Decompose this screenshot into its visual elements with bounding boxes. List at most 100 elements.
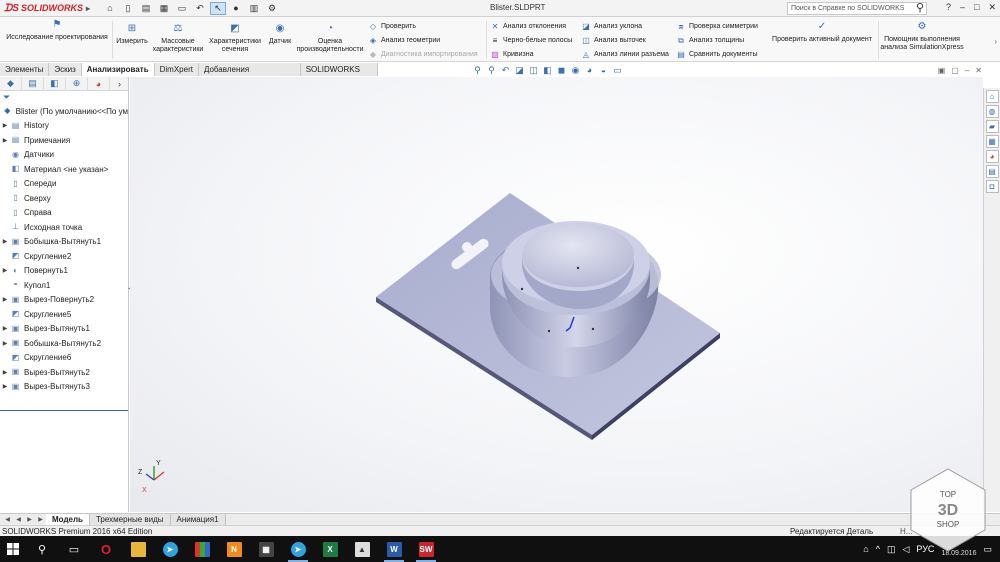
tree-item[interactable]: ▶ ▤ History (0, 119, 128, 134)
measure-button[interactable]: ⊞ Измерить (114, 24, 150, 46)
geometry-analysis-button[interactable]: ◈ Анализ геометрии (368, 35, 440, 46)
dynamic-annotation-icon[interactable]: ◫ (528, 65, 539, 76)
design-study-button[interactable]: ⚑ Исследование проектирования (4, 20, 110, 42)
edit-appearance-icon[interactable]: ◕ (584, 65, 595, 76)
simulationxpress-button[interactable]: ⚙ Помощник выполнения анализа Simulation… (880, 22, 964, 52)
minimize-button[interactable]: – (960, 2, 965, 13)
tree-item[interactable]: ▶ ▣ Бобышка-Вытянуть1 (0, 235, 128, 250)
tree-item[interactable]: ▶ ▣ Вырез-Вытянуть2 (0, 365, 128, 380)
property-manager-tab-icon[interactable]: ▤ (22, 76, 44, 91)
next-tab-icon[interactable]: ▶ (24, 516, 35, 523)
viewport-close-icon[interactable]: ✕ (975, 66, 982, 75)
file-explorer-icon[interactable] (122, 536, 154, 562)
feature-tree-tab-icon[interactable]: ◆ (0, 76, 22, 91)
tree-item[interactable]: ▯ Справа (0, 206, 128, 221)
tree-item[interactable]: ▶ ▣ Бобышка-Вытянуть2 (0, 336, 128, 351)
tree-item[interactable]: ◩ Скругление2 (0, 249, 128, 264)
ribbon-scroll-right-icon[interactable]: › (994, 37, 997, 46)
rollback-bar[interactable] (0, 410, 128, 411)
expand-arrow-icon[interactable]: ▶ (0, 325, 10, 332)
appearances-icon[interactable]: ◕ (985, 150, 999, 163)
tab-features[interactable]: Элементы (0, 63, 50, 76)
expand-arrow-icon[interactable]: ▶ (0, 383, 10, 390)
check-button[interactable]: ◇ Проверить (368, 21, 416, 32)
tree-item[interactable]: ◩ Скругление6 (0, 351, 128, 366)
tab-solidworks-mbd[interactable]: SOLIDWORKS MBD (300, 63, 378, 87)
file-explorer-icon[interactable]: ▰ (985, 120, 999, 133)
draft-analysis-button[interactable]: ◪ Анализ уклона (581, 21, 642, 32)
apply-scene-icon[interactable]: ◒ (598, 65, 609, 76)
performance-evaluation-button[interactable]: ◔ Оценка производительности (295, 24, 365, 54)
tab-model[interactable]: Модель (46, 513, 90, 526)
display-manager-tab-icon[interactable]: ◕ (88, 76, 110, 91)
tab-dimxpert[interactable]: DimXpert (154, 63, 199, 76)
excel-icon[interactable]: X (314, 536, 346, 562)
deviation-analysis-button[interactable]: ✕ Анализ отклонения (490, 21, 566, 32)
view-settings-icon[interactable]: ▭ (612, 65, 623, 76)
filter-icon[interactable]: ⏷ (0, 91, 128, 104)
solidworks-taskbar-icon[interactable]: SW (410, 536, 442, 562)
undercut-analysis-button[interactable]: ◫ Анализ выточек (581, 35, 646, 46)
expand-arrow-icon[interactable]: ▶ (0, 267, 10, 274)
photos-icon[interactable]: ▲ (346, 536, 378, 562)
maximize-button[interactable]: □ (974, 2, 979, 13)
people-icon[interactable]: ⌂ (863, 544, 868, 554)
telegram-icon[interactable]: ➤ (282, 536, 314, 562)
previous-tab-icon[interactable]: ◀ (13, 516, 24, 523)
word-icon[interactable]: W (378, 536, 410, 562)
expand-arrow-icon[interactable]: ▶ (0, 238, 10, 245)
calculator-icon[interactable]: ▦ (250, 536, 282, 562)
sensor-button[interactable]: ◉ Датчик (266, 24, 294, 46)
expand-arrow-icon[interactable]: ▶ (0, 122, 10, 129)
expand-arrow-icon[interactable]: ▶ (0, 369, 10, 376)
tree-item[interactable]: ◩ Скругление5 (0, 307, 128, 322)
tab-evaluate[interactable]: Анализировать (81, 63, 155, 76)
tab-sketch[interactable]: Эскиз (49, 63, 82, 76)
chevron-right-icon[interactable]: › (118, 79, 128, 89)
expand-arrow-icon[interactable]: ▶ (0, 137, 10, 144)
expand-arrow-icon[interactable]: ▶ (0, 296, 10, 303)
search-icon[interactable]: ⚲ (916, 1, 924, 14)
tree-item[interactable]: ▯ Спереди (0, 177, 128, 192)
tree-item[interactable]: ⊥ Исходная точка (0, 220, 128, 235)
section-view-icon[interactable]: ◪ (514, 65, 525, 76)
dimxpert-manager-tab-icon[interactable]: ⊕ (66, 76, 88, 91)
options-icon[interactable]: ⚙ (264, 2, 280, 15)
task-view-icon[interactable]: ▭ (58, 536, 90, 562)
tree-item[interactable]: ▶ ◐ Повернуть1 (0, 264, 128, 279)
telegram-icon[interactable]: ➤ (154, 536, 186, 562)
first-tab-icon[interactable]: ◀ (2, 516, 13, 523)
books-app-icon[interactable] (186, 536, 218, 562)
previous-view-icon[interactable]: ↶ (500, 65, 511, 76)
view-palette-icon[interactable]: ▦ (985, 135, 999, 148)
tree-item[interactable]: ◓ Купол1 (0, 278, 128, 293)
search-icon[interactable]: ⚲ (26, 536, 58, 562)
viewport-restore-icon[interactable]: ▣ (938, 66, 946, 75)
tab-3d-views[interactable]: Трехмерные виды (89, 513, 171, 526)
last-tab-icon[interactable]: ▶ (35, 516, 46, 523)
select-icon[interactable]: ↖ (210, 1, 226, 15)
design-library-icon[interactable]: ◍ (985, 105, 999, 118)
zoom-to-fit-icon[interactable]: ⚲ (472, 65, 483, 76)
open-icon[interactable]: ▤ (138, 2, 154, 15)
start-button[interactable] (0, 536, 26, 562)
tree-item[interactable]: ▶ ▣ Вырез-Повернуть2 (0, 293, 128, 308)
tree-item[interactable]: ▶ ▣ Вырез-Вытянуть1 (0, 322, 128, 337)
viewport-minimize-icon[interactable]: – (965, 66, 969, 75)
parting-line-analysis-button[interactable]: ◬ Анализ линии разъема (581, 49, 669, 60)
zoom-to-area-icon[interactable]: ⚲ (486, 65, 497, 76)
graphics-area[interactable]: Y Z X (130, 77, 983, 512)
tree-item[interactable]: ◉ Датчики (0, 148, 128, 163)
hide-show-items-icon[interactable]: ◉ (570, 65, 581, 76)
menu-arrow-icon[interactable]: ▸ (86, 4, 90, 13)
tree-item[interactable]: ◧ Материал <не указан> (0, 162, 128, 177)
custom-properties-icon[interactable]: ▤ (985, 165, 999, 178)
tree-item[interactable]: ▶ ▤ Примечания (0, 133, 128, 148)
curvature-button[interactable]: ▨ Кривизна (490, 49, 533, 60)
notifications-up-icon[interactable]: ^ (876, 544, 880, 554)
home-icon[interactable]: ⌂ (102, 2, 118, 15)
view-orientation-icon[interactable]: ◧ (542, 65, 553, 76)
tree-item[interactable]: ▶ ▣ Вырез-Вытянуть3 (0, 380, 128, 395)
tab-animation1[interactable]: Анимация1 (170, 513, 226, 526)
save-icon[interactable]: ▦ (156, 2, 172, 15)
